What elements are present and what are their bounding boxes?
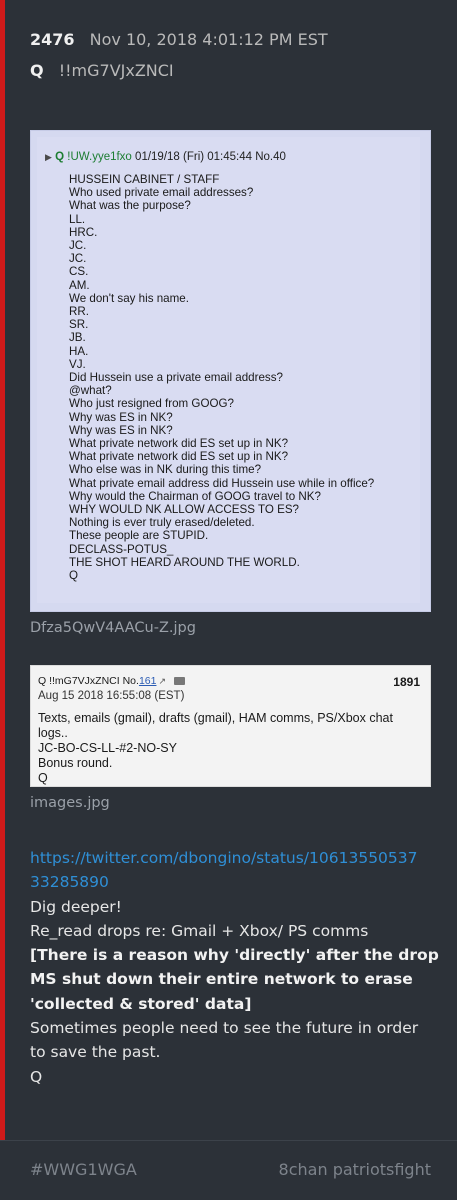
body-bold-line-1: [There is a reason why 'directly' after … [30, 946, 439, 965]
post-author: Q [30, 61, 44, 80]
image-1-line: JC. [69, 252, 87, 266]
image-1-line: DECLASS-POTUS_ [69, 542, 174, 556]
image-1-line: Did Hussein use a private email address? [69, 371, 283, 385]
image-1-line: Nothing is ever truly erased/deleted. [69, 516, 255, 530]
image-1-line: We don't say his name. [69, 291, 189, 305]
image-1-line: What was the purpose? [69, 199, 191, 213]
body-line-reread: Re_read drops re: Gmail + Xbox/ PS comms [30, 921, 369, 940]
footer-source: 8chan patriotsfight [278, 1160, 431, 1179]
image-1-line: RR. [69, 305, 89, 319]
post-body: https://twitter.com/dbongino/status/1061… [30, 846, 440, 1089]
image-1-line: Who else was in NK during this time? [69, 463, 262, 477]
image-1-meta: 01/19/18 (Fri) 01:45:44 No.40 [135, 151, 286, 163]
image-2-post-link: 161 [138, 675, 157, 687]
image-1-line: WHY WOULD NK ALLOW ACCESS TO ES? [69, 503, 300, 517]
image-1-line: These people are STUPID. [69, 529, 209, 543]
image-1-line: HA. [69, 344, 89, 358]
image-2-date: Aug 15 2018 16:55:08 (EST) [38, 690, 185, 702]
image-1-line: CS. [69, 265, 89, 279]
image-1-author: Q [55, 151, 65, 163]
image-1-line: LL. [69, 212, 86, 226]
attached-image-1[interactable]: ▶ Q !UW.yye1fxo 01/19/18 (Fri) 01:45:44 … [30, 130, 431, 612]
image-1-line: HUSSEIN CABINET / STAFF [69, 173, 220, 186]
post-number[interactable]: 2476 [30, 30, 75, 49]
post-date: Nov 10, 2018 4:01:12 PM EST [89, 30, 328, 49]
body-line-dig-deeper: Dig deeper! [30, 897, 122, 916]
body-line-past: to save the past. [30, 1043, 161, 1062]
image-2-text: Texts, emails (gmail), drafts (gmail), H… [38, 711, 393, 786]
folder-icon [174, 677, 186, 686]
image-2-line: Q [38, 771, 48, 785]
image-2-filename[interactable]: images.jpg [30, 795, 110, 811]
image-1-line: Why was ES in NK? [69, 423, 173, 437]
image-1-line: Who used private email addresses? [69, 186, 254, 200]
post-header: 2476 Nov 10, 2018 4:01:12 PM EST Q !!mG7… [30, 30, 328, 80]
image-1-line: @what? [69, 384, 112, 398]
image-2-line: Bonus round. [38, 756, 113, 770]
image-1-line: JB. [69, 331, 86, 345]
body-signature: Q [30, 1067, 43, 1086]
image-1-line: AM. [69, 278, 90, 292]
external-link-icon: ↗ [158, 676, 167, 686]
image-1-line: HRC. [69, 225, 98, 239]
image-1-content: ▶ Q !UW.yye1fxo 01/19/18 (Fri) 01:45:44 … [37, 137, 420, 603]
footer-hashtag: #WWG1WGA [30, 1160, 137, 1179]
image-1-line: THE SHOT HEARD AROUND THE WORLD. [69, 555, 300, 569]
tweet-link-line-2[interactable]: 33285890 [30, 870, 440, 894]
image-1-text: HUSSEIN CABINET / STAFF Who used private … [69, 173, 374, 582]
image-1-line: VJ. [69, 357, 86, 371]
post-accent-bar [0, 0, 5, 1140]
image-1-trip: !UW.yye1fxo [67, 151, 132, 163]
image-2-line: Texts, emails (gmail), drafts (gmail), H… [38, 711, 393, 725]
image-1-line: Who just resigned from GOOG? [69, 397, 234, 411]
image-1-line: What private network did ES set up in NK… [69, 437, 289, 451]
attached-image-2[interactable]: Q !!mG7VJxZNCI No.161 ↗ 1891 Aug 15 2018 … [30, 665, 431, 787]
tweet-link-line-1[interactable]: https://twitter.com/dbongino/status/1061… [30, 846, 440, 870]
body-bold-line-3: 'collected & stored' data] [30, 994, 252, 1013]
play-arrow-icon: ▶ [45, 152, 52, 162]
body-bold-line-2: MS shut down their entire network to era… [30, 970, 413, 989]
image-2-number: 1891 [393, 675, 420, 689]
footer-divider [0, 1140, 457, 1141]
image-2-author: Q !!mG7VJxZNCI No. [38, 675, 139, 687]
image-2-line: logs.. [38, 726, 68, 740]
image-1-line: What private network did ES set up in NK… [69, 450, 289, 464]
body-line-future: Sometimes people need to see the future … [30, 1019, 419, 1038]
image-1-line: SR. [69, 318, 89, 332]
post-tripcode: !!mG7VJxZNCI [58, 61, 174, 80]
image-1-line: Why was ES in NK? [69, 410, 173, 424]
image-1-header: ▶ Q !UW.yye1fxo 01/19/18 (Fri) 01:45:44 … [45, 151, 286, 163]
image-2-line: JC-BO-CS-LL-#2-NO-SY [38, 741, 177, 755]
image-1-filename[interactable]: Dfza5QwV4AACu-Z.jpg [30, 620, 196, 636]
image-1-line: What private email address did Hussein u… [69, 476, 375, 490]
image-1-line: JC. [69, 239, 87, 253]
image-2-header: Q !!mG7VJxZNCI No.161 ↗ [38, 675, 186, 687]
image-1-line: Why would the Chairman of GOOG travel to… [69, 489, 321, 503]
image-1-line: Q [69, 569, 79, 583]
